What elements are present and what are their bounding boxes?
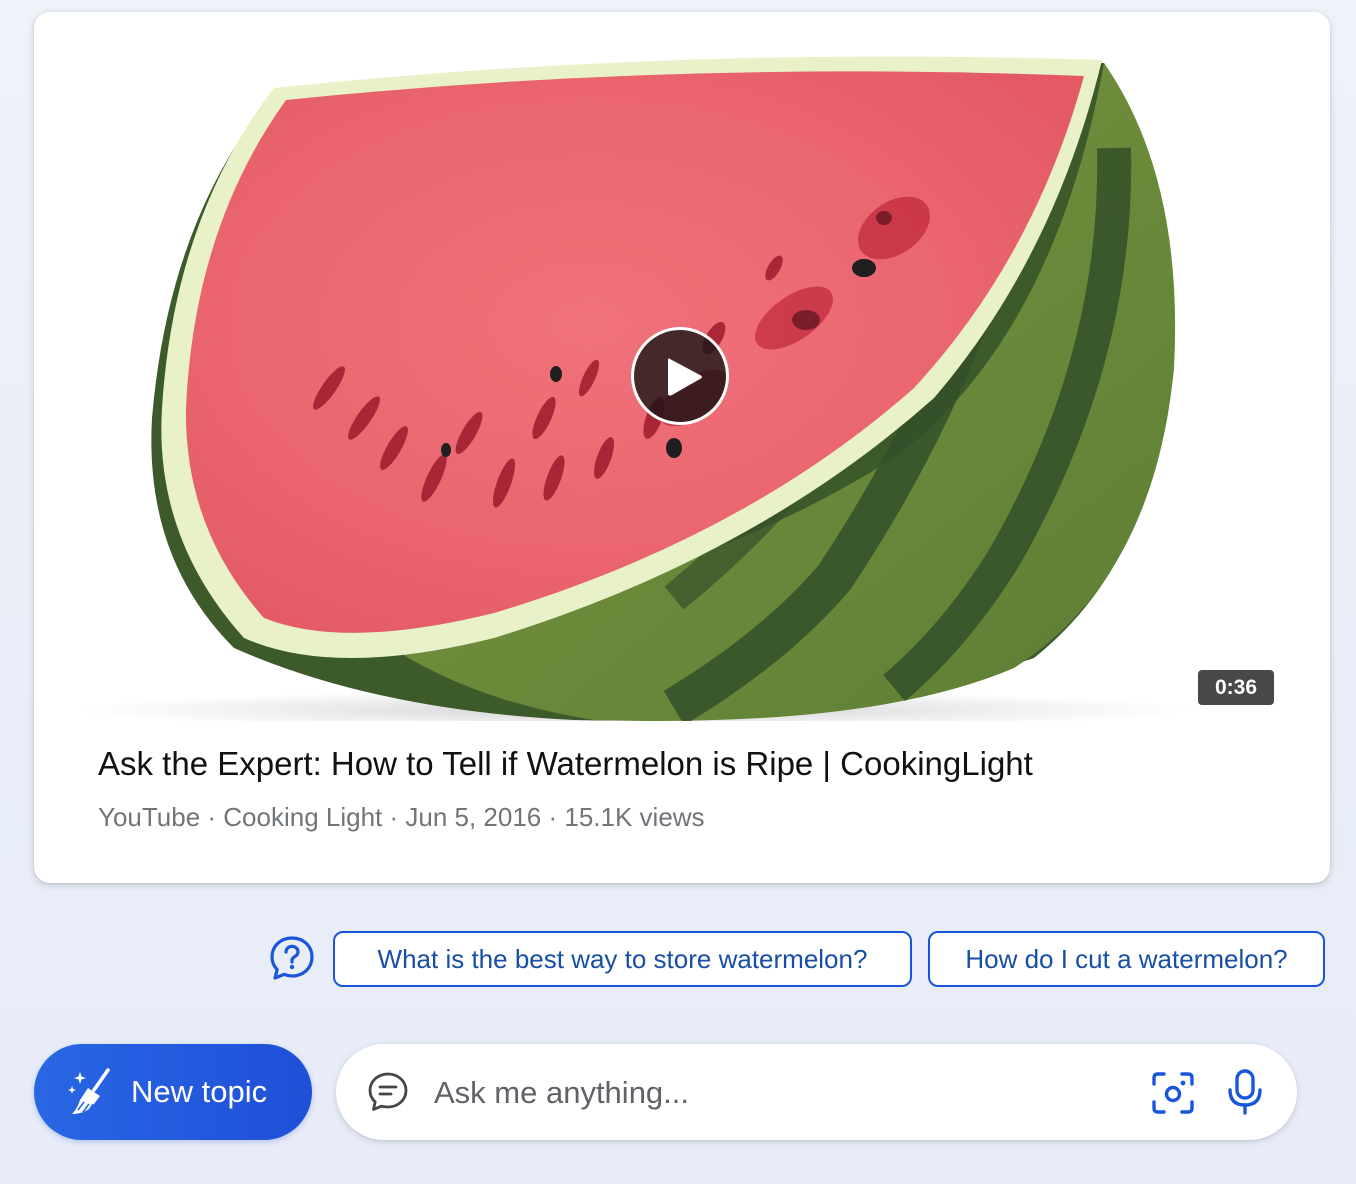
video-duration-badge: 0:36 [1198, 670, 1274, 705]
video-card: 0:36 Ask the Expert: How to Tell if Wate… [34, 12, 1330, 883]
play-button[interactable] [631, 327, 729, 425]
microphone-icon[interactable] [1225, 1068, 1265, 1116]
new-topic-button[interactable]: New topic [34, 1044, 312, 1140]
video-thumbnail[interactable]: 0:36 [74, 38, 1290, 721]
visual-search-icon[interactable] [1150, 1070, 1196, 1116]
suggestion-chip[interactable]: How do I cut a watermelon? [928, 931, 1325, 987]
ask-input-box[interactable] [336, 1044, 1297, 1140]
broom-icon [68, 1068, 110, 1114]
question-chat-icon [270, 936, 314, 980]
new-topic-label: New topic [131, 1074, 268, 1109]
ask-input[interactable] [432, 1064, 1116, 1122]
suggestion-chip[interactable]: What is the best way to store watermelon… [333, 931, 912, 987]
chat-icon [368, 1072, 408, 1111]
play-icon [668, 358, 702, 396]
video-title[interactable]: Ask the Expert: How to Tell if Watermelo… [98, 745, 1033, 783]
video-meta: YouTube · Cooking Light · Jun 5, 2016 · … [98, 802, 705, 832]
